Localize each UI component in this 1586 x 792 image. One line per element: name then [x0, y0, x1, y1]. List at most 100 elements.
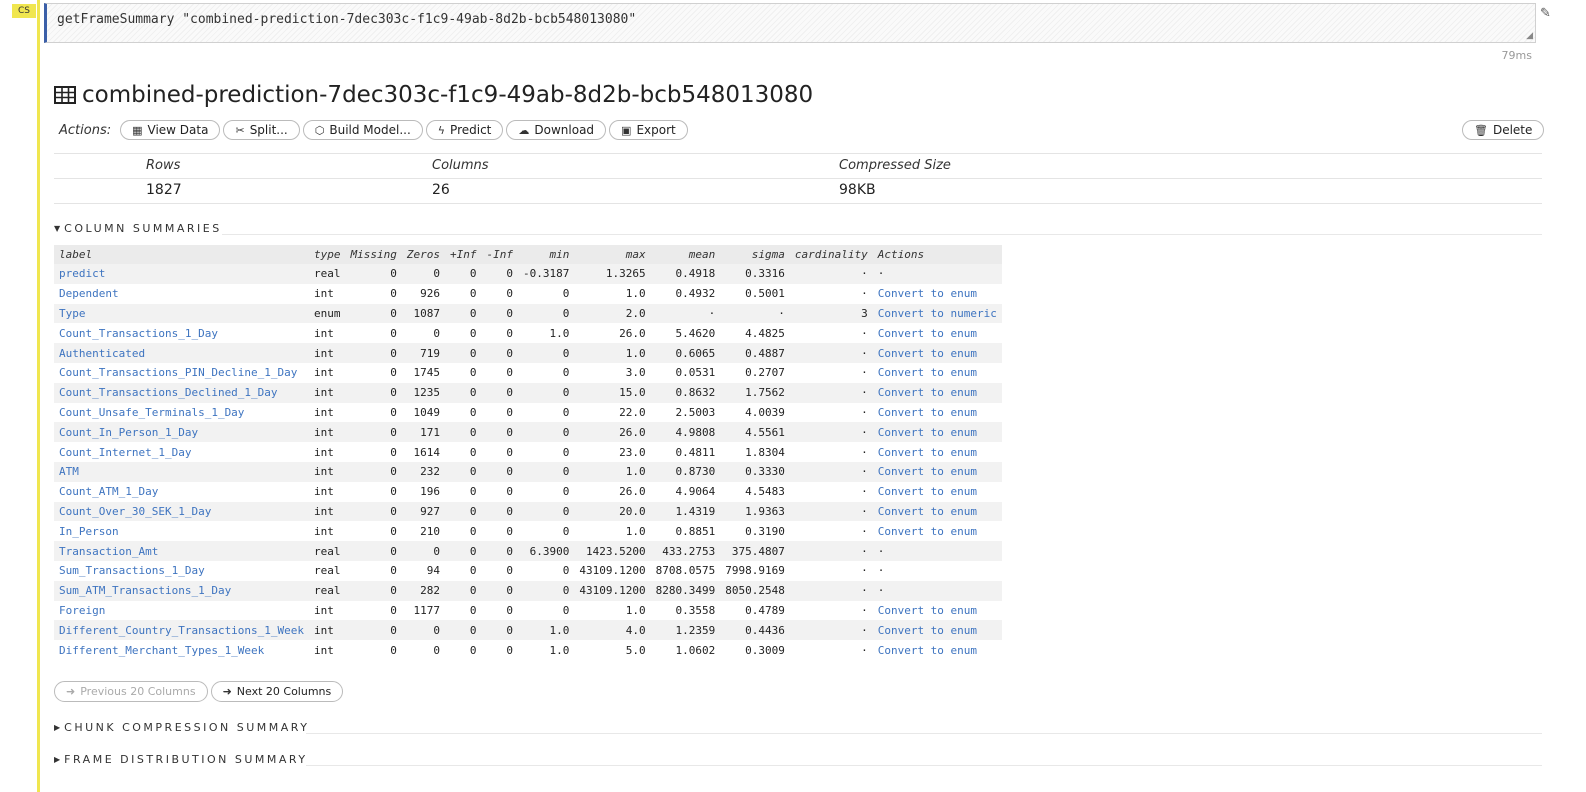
column-summaries-toggle[interactable]: ▼ COLUMN SUMMARIES [54, 222, 222, 235]
build-model-label: Build Model... [329, 123, 411, 137]
view-data-button[interactable]: ▦ View Data [120, 120, 221, 140]
cell-zeros: 1049 [413, 405, 441, 419]
split-button[interactable]: ✂ Split... [223, 120, 300, 140]
cell-zeros: 1235 [401, 382, 446, 403]
download-button[interactable]: ☁ Download [506, 120, 607, 140]
cell-card: · [861, 564, 868, 578]
code-text[interactable]: getFrameSummary "combined-prediction-7de… [57, 12, 636, 27]
chunk-compression-toggle[interactable]: ▶ CHUNK COMPRESSION SUMMARY [54, 721, 309, 734]
convert-type-link[interactable]: Convert to enum [878, 624, 977, 637]
column-name-link[interactable]: Different_Merchant_Types_1_Week [59, 644, 264, 657]
column-name-link[interactable]: Type [59, 307, 86, 320]
cell-action: Convert to enum [872, 501, 1002, 522]
cell-missing: 0 [345, 620, 402, 641]
convert-type-link[interactable]: Convert to enum [878, 525, 977, 538]
convert-type-link[interactable]: Convert to enum [878, 505, 977, 518]
grid-icon: ▦ [132, 123, 143, 137]
column-name-link[interactable]: Count_ATM_1_Day [59, 485, 158, 498]
cell-card: · [789, 501, 873, 522]
code-editor[interactable]: getFrameSummary "combined-prediction-7de… [44, 3, 1536, 43]
convert-type-link[interactable]: Convert to enum [878, 485, 977, 498]
cell-action: Convert to enum [873, 363, 1002, 383]
cell-label: Count_Over_30_SEK_1_Day [54, 501, 310, 522]
caret-down-icon: ▼ [54, 224, 61, 233]
cell-action: Convert to enum [872, 422, 1002, 443]
convert-type-link[interactable]: Convert to enum [878, 604, 977, 617]
previous-columns-label: Previous 20 Columns [80, 685, 196, 698]
delete-button[interactable]: 🗑 Delete [1462, 120, 1545, 140]
cell-min: 0 [562, 524, 570, 538]
cell-label: Type [54, 303, 310, 324]
convert-type-link[interactable]: Convert to enum [878, 386, 977, 399]
column-name-link[interactable]: Sum_ATM_Transactions_1_Day [59, 584, 231, 597]
cell-max: 1.0 [625, 524, 646, 538]
export-button[interactable]: ▣ Export [609, 120, 688, 140]
cell-type: int [314, 405, 334, 419]
convert-type-link[interactable]: Convert to enum [878, 465, 977, 478]
cell-ninf: 0 [481, 343, 519, 363]
convert-type-link[interactable]: Convert to enum [878, 446, 977, 459]
resize-grip-icon[interactable]: ◢ [1526, 31, 1533, 41]
cell-max: 43109.1200 [579, 564, 646, 578]
cell-ninf: 0 [506, 287, 514, 301]
convert-type-link[interactable]: Convert to numeric [878, 307, 997, 320]
cell-max: 26.0 [619, 485, 646, 499]
cell-card: · [789, 541, 873, 561]
column-name-link[interactable]: Count_Transactions_PIN_Decline_1_Day [59, 366, 297, 379]
cell-type: int [314, 643, 334, 657]
column-name-link[interactable]: Count_Internet_1_Day [59, 446, 191, 459]
cell-max: 2.0 [574, 303, 651, 324]
cell-min: 0 [562, 603, 570, 617]
cell-sigma: 0.3316 [720, 264, 790, 284]
column-name-link[interactable]: Count_Transactions_1_Day [59, 327, 218, 340]
cell-mean: 0.4918 [650, 264, 721, 284]
cell-type: int [309, 501, 346, 522]
column-name-link[interactable]: ATM [59, 465, 79, 478]
cell-max: 3.0 [625, 366, 646, 380]
cell-pinf: 0 [445, 461, 482, 482]
convert-type-link[interactable]: Convert to enum [878, 644, 977, 657]
cell-ninf: 0 [506, 524, 514, 538]
cell-action: Convert to enum [873, 323, 1002, 343]
column-name-link[interactable]: Dependent [59, 287, 119, 300]
cell-label: Count_Transactions_1_Day [54, 323, 309, 343]
cell-label: Count_In_Person_1_Day [54, 422, 310, 443]
convert-type-link[interactable]: Convert to enum [878, 347, 977, 360]
cell-ninf: 0 [481, 264, 519, 284]
predict-button[interactable]: ϟ Predict [425, 120, 504, 140]
convert-type-link[interactable]: Convert to enum [878, 366, 977, 379]
summary-top-divider [54, 153, 1542, 154]
cell-card: · [861, 405, 868, 419]
column-name-link[interactable]: Transaction_Amt [59, 545, 158, 558]
cell-pinf: 0 [445, 501, 482, 522]
convert-type-link[interactable]: Convert to enum [878, 406, 977, 419]
cell-type-tag[interactable]: CS [12, 4, 36, 18]
column-name-link[interactable]: Sum_Transactions_1_Day [59, 564, 205, 577]
previous-columns-button[interactable]: ➜ Previous 20 Columns [54, 681, 208, 702]
cell-card: · [789, 343, 873, 363]
cell-sigma: 0.3009 [745, 643, 785, 657]
cell-label: Count_Unsafe_Terminals_1_Day [54, 403, 309, 423]
column-name-link[interactable]: Foreign [59, 604, 105, 617]
frame-distribution-toggle[interactable]: ▶ FRAME DISTRIBUTION SUMMARY [54, 753, 308, 766]
column-name-link[interactable]: Count_Unsafe_Terminals_1_Day [59, 406, 244, 419]
clip-icon[interactable]: ✎ [1540, 6, 1551, 21]
column-header: sigma [720, 245, 790, 264]
convert-type-link[interactable]: Convert to enum [878, 327, 977, 340]
column-name-link[interactable]: Authenticated [59, 347, 145, 360]
next-columns-button[interactable]: ➜ Next 20 Columns [210, 681, 344, 702]
convert-type-link[interactable]: Convert to enum [878, 426, 977, 439]
build-model-button[interactable]: ⬡ Build Model... [302, 120, 423, 140]
column-name-link[interactable]: Different_Country_Transactions_1_Week [59, 624, 304, 637]
column-name-link[interactable]: In_Person [59, 525, 119, 538]
column-name-link[interactable]: Count_Over_30_SEK_1_Day [59, 505, 211, 518]
download-label: Download [534, 123, 595, 137]
cell-max: 1.0 [625, 287, 646, 301]
cell-sigma: 4.4825 [745, 326, 785, 340]
cell-min: 0 [562, 445, 570, 459]
column-name-link[interactable]: Count_In_Person_1_Day [59, 426, 198, 439]
cell-sigma: 7998.9169 [725, 564, 785, 578]
column-name-link[interactable]: Count_Transactions_Declined_1_Day [59, 386, 278, 399]
column-name-link[interactable]: predict [59, 267, 105, 280]
convert-type-link[interactable]: Convert to enum [878, 287, 977, 300]
